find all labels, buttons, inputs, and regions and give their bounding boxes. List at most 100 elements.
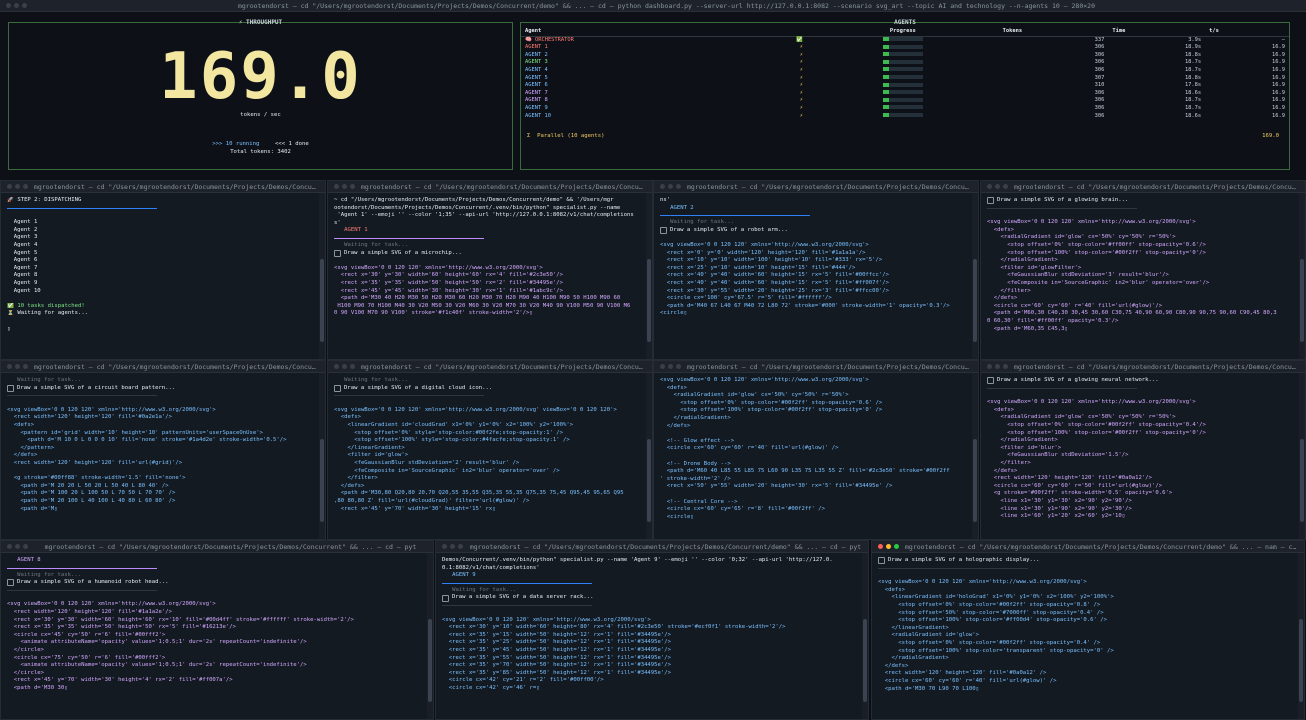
zoom-dot-icon[interactable] bbox=[22, 3, 27, 8]
scrollbar-thumb[interactable] bbox=[1299, 619, 1303, 703]
scrollbar-thumb[interactable] bbox=[320, 439, 324, 523]
close-dot-icon[interactable] bbox=[7, 544, 12, 549]
terminal-output[interactable]: AGENT 8 Waiting for task... Draw a simple… bbox=[1, 553, 433, 719]
scrollbar[interactable] bbox=[972, 193, 978, 359]
close-dot-icon[interactable] bbox=[987, 184, 992, 189]
scrollbar[interactable] bbox=[1299, 193, 1305, 359]
close-dot-icon[interactable] bbox=[442, 544, 447, 549]
window-controls[interactable] bbox=[7, 184, 28, 189]
window-controls[interactable] bbox=[660, 364, 681, 369]
terminal-titlebar[interactable]: mgrootendorst — cd "/Users/mgrootendorst… bbox=[436, 541, 868, 553]
zoom-dot-icon[interactable] bbox=[676, 364, 681, 369]
window-controls[interactable] bbox=[334, 364, 355, 369]
minimize-dot-icon[interactable] bbox=[995, 364, 1000, 369]
terminal-output[interactable]: Draw a simple SVG of a glowing neural ne… bbox=[981, 373, 1305, 539]
scrollbar-thumb[interactable] bbox=[647, 439, 651, 523]
window-controls[interactable] bbox=[442, 544, 463, 549]
close-dot-icon[interactable] bbox=[987, 364, 992, 369]
output-line: <feGaussianBlur stdDeviation='1.5'/> bbox=[987, 452, 1129, 459]
zoom-dot-icon[interactable] bbox=[1003, 364, 1008, 369]
scrollbar[interactable] bbox=[1299, 373, 1305, 539]
close-dot-icon[interactable] bbox=[660, 184, 665, 189]
window-controls[interactable] bbox=[987, 184, 1008, 189]
zoom-dot-icon[interactable] bbox=[23, 184, 28, 189]
agents-body: 🧠 ORCHESTRATOR ✅ 337 3.9s — AGENT 1 ⚡ 306 18.9s… bbox=[521, 36, 1289, 120]
minimize-dot-icon[interactable] bbox=[342, 184, 347, 189]
close-dot-icon[interactable] bbox=[7, 184, 12, 189]
terminal-output[interactable]: ns' AGENT 2 Waiting for task... Draw a si… bbox=[654, 193, 978, 359]
scrollbar[interactable] bbox=[972, 373, 978, 539]
zoom-dot-icon[interactable] bbox=[350, 184, 355, 189]
minimize-dot-icon[interactable] bbox=[450, 544, 455, 549]
minimize-dot-icon[interactable] bbox=[14, 3, 19, 8]
close-dot-icon[interactable] bbox=[334, 184, 339, 189]
terminal-output[interactable]: Waiting for task... Draw a simple SVG of … bbox=[328, 373, 652, 539]
terminal-output[interactable]: 🚀 STEP 2: DISPATCHING Agent 1 Agent 2 Ag… bbox=[1, 193, 325, 359]
minimize-dot-icon[interactable] bbox=[342, 364, 347, 369]
scrollbar[interactable] bbox=[427, 553, 433, 719]
minimize-dot-icon[interactable] bbox=[668, 364, 673, 369]
agent-name: 🧠 ORCHESTRATOR bbox=[525, 36, 574, 43]
terminal-output[interactable]: <svg viewBox='0 0 120 120' xmlns='http:/… bbox=[654, 373, 978, 539]
terminal-output[interactable]: Draw a simple SVG of a holographic displ… bbox=[872, 553, 1304, 719]
terminal-titlebar[interactable]: mgrootendorst — cd "/Users/mgrootendorst… bbox=[872, 541, 1304, 553]
minimize-dot-icon[interactable] bbox=[886, 544, 891, 549]
scrollbar-thumb[interactable] bbox=[428, 619, 432, 703]
scrollbar-thumb[interactable] bbox=[647, 259, 651, 343]
output-line: <radialGradient id='glow' cx='50%' cy='5… bbox=[660, 392, 849, 399]
close-dot-icon[interactable] bbox=[6, 3, 11, 8]
window-controls[interactable] bbox=[987, 364, 1008, 369]
scrollbar[interactable] bbox=[1298, 553, 1304, 719]
terminal-titlebar[interactable]: mgrootendorst — cd "/Users/mgrootendorst… bbox=[328, 361, 652, 373]
close-dot-icon[interactable] bbox=[660, 364, 665, 369]
terminal-output[interactable]: ~ cd "/Users/mgrootendorst/Documents/Pro… bbox=[328, 193, 652, 359]
scrollbar-thumb[interactable] bbox=[1300, 439, 1304, 523]
terminal-title: mgrootendorst — cd "/Users/mgrootendorst… bbox=[34, 182, 319, 191]
scrollbar-thumb[interactable] bbox=[863, 619, 867, 703]
scrollbar-thumb[interactable] bbox=[320, 259, 324, 343]
close-dot-icon[interactable] bbox=[878, 544, 883, 549]
scrollbar[interactable] bbox=[319, 193, 325, 359]
close-dot-icon[interactable] bbox=[7, 364, 12, 369]
terminal-titlebar[interactable]: mgrootendorst — cd "/Users/mgrootendorst… bbox=[981, 181, 1305, 193]
window-controls[interactable] bbox=[7, 364, 28, 369]
zoom-dot-icon[interactable] bbox=[1003, 184, 1008, 189]
window-controls[interactable] bbox=[660, 184, 681, 189]
minimize-dot-icon[interactable] bbox=[995, 184, 1000, 189]
terminal-titlebar[interactable]: mgrootendorst — cd "/Users/mgrootendorst… bbox=[981, 361, 1305, 373]
terminal-output[interactable]: Draw a simple SVG of a glowing brain... … bbox=[981, 193, 1305, 359]
scrollbar[interactable] bbox=[319, 373, 325, 539]
scrollbar-thumb[interactable] bbox=[973, 439, 977, 523]
zoom-dot-icon[interactable] bbox=[23, 544, 28, 549]
window-controls[interactable] bbox=[7, 544, 28, 549]
terminal-titlebar[interactable]: mgrootendorst — cd "/Users/mgrootendorst… bbox=[1, 181, 325, 193]
terminal-titlebar[interactable]: mgrootendorst — cd "/Users/mgrootendorst… bbox=[328, 181, 652, 193]
window-controls[interactable] bbox=[6, 3, 27, 8]
terminal-titlebar[interactable]: mgrootendorst — cd "/Users/mgrootendorst… bbox=[1, 361, 325, 373]
minimize-dot-icon[interactable] bbox=[15, 544, 20, 549]
terminal-output[interactable]: Waiting for task... Draw a simple SVG of … bbox=[1, 373, 325, 539]
zoom-dot-icon[interactable] bbox=[894, 544, 899, 549]
scrollbar[interactable] bbox=[646, 193, 652, 359]
terminal-titlebar[interactable]: mgrootendorst — cd "/Users/mgrootendorst… bbox=[654, 361, 978, 373]
terminal-output[interactable]: Demos/Concurrent/.venv/bin/python" speci… bbox=[436, 553, 868, 719]
window-controls[interactable] bbox=[878, 544, 899, 549]
terminal-titlebar[interactable]: mgrootendorst — cd "/Users/mgrootendorst… bbox=[654, 181, 978, 193]
zoom-dot-icon[interactable] bbox=[23, 364, 28, 369]
scrollbar[interactable] bbox=[862, 553, 868, 719]
minimize-dot-icon[interactable] bbox=[15, 364, 20, 369]
scrollbar[interactable] bbox=[646, 373, 652, 539]
zoom-dot-icon[interactable] bbox=[458, 544, 463, 549]
zoom-dot-icon[interactable] bbox=[676, 184, 681, 189]
parallel-label: Σ Parallel (10 agents) bbox=[527, 133, 605, 139]
zoom-dot-icon[interactable] bbox=[350, 364, 355, 369]
close-dot-icon[interactable] bbox=[334, 364, 339, 369]
minimize-dot-icon[interactable] bbox=[15, 184, 20, 189]
minimize-dot-icon[interactable] bbox=[668, 184, 673, 189]
scrollbar-thumb[interactable] bbox=[973, 259, 977, 343]
terminal-titlebar[interactable]: mgrootendorst — cd "/Users/mgrootendorst… bbox=[1, 541, 433, 553]
scrollbar-thumb[interactable] bbox=[1300, 259, 1304, 343]
dashboard-titlebar[interactable]: mgrootendorst — cd "/Users/mgrootendorst… bbox=[0, 0, 1306, 12]
window-controls[interactable] bbox=[334, 184, 355, 189]
